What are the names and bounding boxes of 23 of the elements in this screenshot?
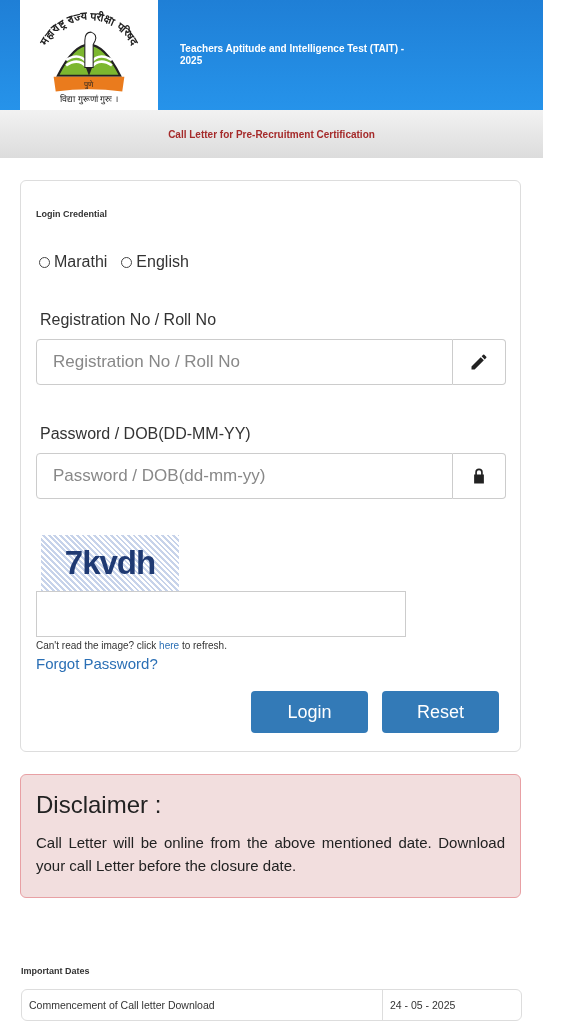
refresh-note: Can't read the image? click here to refresh. xyxy=(36,640,228,651)
field-label: Password / DOB(DD-MM-YY) xyxy=(40,425,252,443)
language-radio[interactable]: English xyxy=(121,253,189,271)
section-heading: Important Dates xyxy=(21,966,91,976)
language-radio[interactable]: Marathi xyxy=(39,253,108,271)
pencil-icon xyxy=(469,352,489,372)
captcha-input[interactable] xyxy=(36,591,406,637)
field-label: Registration No / Roll No xyxy=(40,311,218,329)
input-field[interactable]: Registration No / Roll No xyxy=(36,339,453,385)
disclaimer-text: Call Letter will be online from the above mentioned date. Download your call Letter before the closure date. xyxy=(36,833,505,876)
forgot-password-link[interactable]: Forgot Password? xyxy=(36,655,158,672)
city-text: पुणे xyxy=(84,80,94,90)
form-button[interactable]: Reset xyxy=(382,691,499,733)
input-field[interactable]: Password / DOB(dd-mm-yy) xyxy=(36,453,453,499)
section-heading: Login Credential xyxy=(36,209,108,219)
captcha-text: 7kvdh xyxy=(64,544,156,582)
exam-title: Teachers Aptitude and Intelligence Test (TAIT) - 2025 xyxy=(180,43,406,67)
disclaimer-title: Disclaimer : xyxy=(36,791,163,819)
subtitle: Call Letter for Pre-Recruitment Certification xyxy=(168,128,375,140)
table-cell-text: Commencement of Call letter Download xyxy=(28,998,216,1013)
table-cell: 24 - 05 - 2025 xyxy=(382,990,521,1020)
form-button[interactable]: Login xyxy=(251,691,368,733)
refresh-link[interactable]: here xyxy=(159,640,180,651)
